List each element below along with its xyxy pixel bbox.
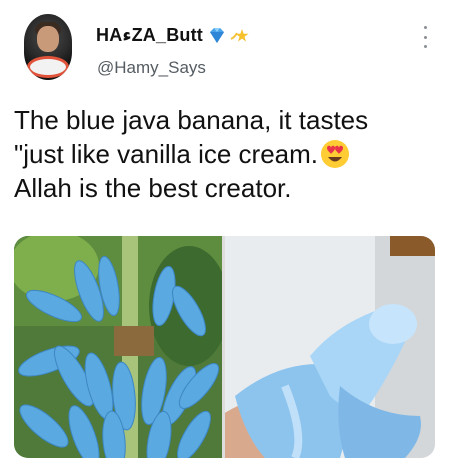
tweet-line-1: The blue java banana, it tastes [14,105,369,135]
user-handle[interactable]: @Hamy_Says [97,58,206,78]
dot-icon [423,26,427,29]
heart-eyes-emoji-icon [320,139,354,169]
star-icon [229,27,249,45]
name-row: HAءZA_Butt [96,25,249,46]
tweet-line-2: "just like vanilla ice cream. [14,137,444,171]
dot-icon [423,35,427,39]
avatar-face [37,26,59,52]
dot-icon [423,45,427,48]
tweet-text: The blue java banana, it tastes "just li… [14,103,444,205]
more-options-button[interactable] [418,26,432,48]
tweet-line-3: Allah is the best creator. [14,173,292,203]
avatar-ring [27,56,69,78]
tweet-card: HAءZA_Butt @Hamy_Says The blue java bana… [0,0,450,460]
display-name[interactable]: HAءZA_Butt [96,25,203,46]
peeled-blue-banana-photo[interactable] [220,236,435,458]
avatar[interactable] [24,14,72,80]
blue-banana-bunch-photo[interactable] [14,236,229,458]
diamond-icon [207,27,227,45]
media-grid[interactable] [14,236,435,458]
